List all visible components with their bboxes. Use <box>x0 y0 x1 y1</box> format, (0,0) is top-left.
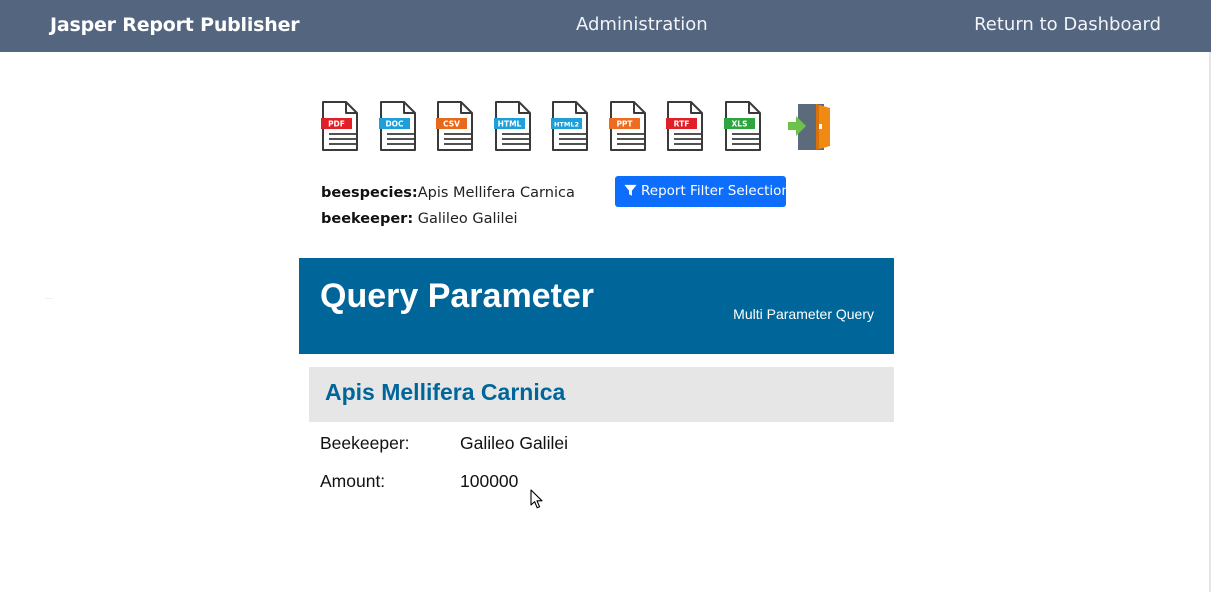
ppt-file-icon[interactable]: PPT <box>608 100 648 152</box>
csv-file-icon[interactable]: CSV <box>435 100 475 152</box>
report-header: Query Parameter Multi Parameter Query <box>299 258 894 354</box>
file-type-label: DOC <box>385 120 404 129</box>
detail-label-beekeeper: Beekeeper: <box>320 433 410 453</box>
report-title: Query Parameter <box>320 277 595 315</box>
exit-door-icon[interactable] <box>788 102 834 152</box>
file-type-label: RTF <box>674 120 690 129</box>
detail-label-amount: Amount: <box>320 471 386 491</box>
rtf-file-icon[interactable]: RTF <box>665 100 705 152</box>
xls-file-icon[interactable]: XLS <box>723 100 763 152</box>
report-subtitle: Multi Parameter Query <box>733 306 874 322</box>
param-beekeeper-label: beekeeper: <box>321 211 414 227</box>
file-type-label: HTML <box>498 120 522 129</box>
filter-icon <box>624 183 641 199</box>
nav-return-dashboard-link[interactable]: Return to Dashboard <box>974 14 1161 35</box>
top-navbar: Jasper Report Publisher Administration R… <box>0 0 1211 52</box>
filter-button-label: Report Filter Selection <box>641 183 790 199</box>
report-filter-selection-button[interactable]: Report Filter Selection <box>615 176 790 207</box>
detail-value-amount: 100000 <box>460 471 519 491</box>
file-type-label: CSV <box>443 120 460 129</box>
param-beekeeper: beekeeper: Galileo Galilei <box>321 206 575 232</box>
pdf-file-icon[interactable]: PDF <box>320 100 360 152</box>
html2-file-icon[interactable]: HTML2 <box>550 100 590 152</box>
param-beespecies: beespecies:Apis Mellifera Carnica <box>321 180 575 206</box>
file-type-label: XLS <box>732 120 748 129</box>
app-brand[interactable]: Jasper Report Publisher <box>50 14 300 36</box>
param-beekeeper-value: Galileo Galilei <box>417 211 518 227</box>
group-header-band: Apis Mellifera Carnica <box>309 367 894 422</box>
file-type-label: HTML2 <box>554 121 579 129</box>
divider <box>45 298 53 299</box>
selected-parameters: beespecies:Apis Mellifera Carnica beekee… <box>321 180 575 232</box>
file-type-label: PPT <box>616 120 633 129</box>
detail-value-beekeeper: Galileo Galilei <box>460 433 568 453</box>
param-beespecies-value: Apis Mellifera Carnica <box>417 185 575 201</box>
param-beespecies-label: beespecies: <box>321 185 418 201</box>
group-title: Apis Mellifera Carnica <box>325 379 566 405</box>
nav-administration-link[interactable]: Administration <box>576 14 708 35</box>
file-type-label: PDF <box>328 120 345 129</box>
html-file-icon[interactable]: HTML <box>493 100 533 152</box>
mouse-cursor-icon <box>530 489 544 514</box>
doc-file-icon[interactable]: DOC <box>378 100 418 152</box>
